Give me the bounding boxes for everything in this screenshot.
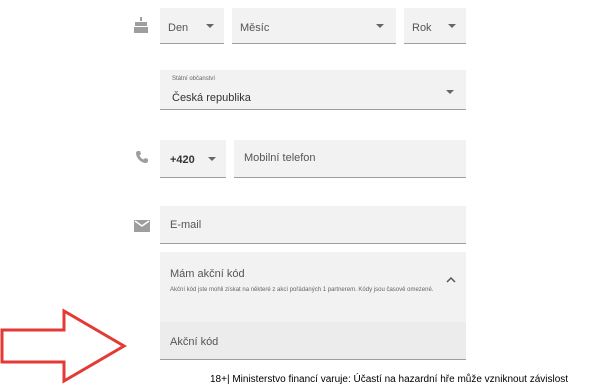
month-select[interactable]: Měsíc	[232, 8, 396, 44]
phone-icon	[135, 150, 149, 164]
mobile-phone-placeholder: Mobilní telefon	[244, 152, 316, 164]
year-select-label: Rok	[412, 22, 432, 34]
year-select[interactable]: Rok	[404, 8, 466, 44]
citizenship-select[interactable]: Státní občanství Česká republika	[160, 70, 466, 110]
phone-prefix-value: +420	[170, 154, 195, 166]
mobile-phone-input[interactable]: Mobilní telefon	[234, 140, 466, 178]
gambling-warning: 18+| Ministerstvo financí varuje: Účastí…	[210, 374, 569, 385]
promo-code-input[interactable]: Akční kód	[160, 322, 466, 360]
mail-icon	[134, 219, 150, 232]
chevron-down-icon	[376, 24, 384, 28]
citizenship-label: Státní občanství	[172, 76, 216, 82]
month-select-label: Měsíc	[240, 22, 270, 34]
annotation-arrow-icon	[0, 308, 128, 384]
chevron-down-icon	[446, 90, 454, 94]
citizenship-value: Česká republika	[172, 92, 251, 104]
email-placeholder: E-mail	[170, 219, 202, 231]
day-select[interactable]: Den	[160, 8, 224, 44]
promo-code-hint: Akční kód jste mohli získat na některé z…	[170, 287, 434, 293]
chevron-down-icon	[208, 157, 216, 161]
email-input[interactable]: E-mail	[160, 206, 466, 244]
day-select-label: Den	[168, 22, 189, 34]
phone-prefix-select[interactable]: +420	[160, 140, 226, 178]
chevron-down-icon	[448, 24, 456, 28]
chevron-down-icon	[206, 24, 214, 28]
chevron-up-icon[interactable]	[446, 270, 456, 283]
promo-code-placeholder: Akční kód	[170, 336, 219, 348]
promo-code-toggle[interactable]: Mám akční kód	[170, 268, 245, 280]
cake-icon	[134, 17, 148, 33]
